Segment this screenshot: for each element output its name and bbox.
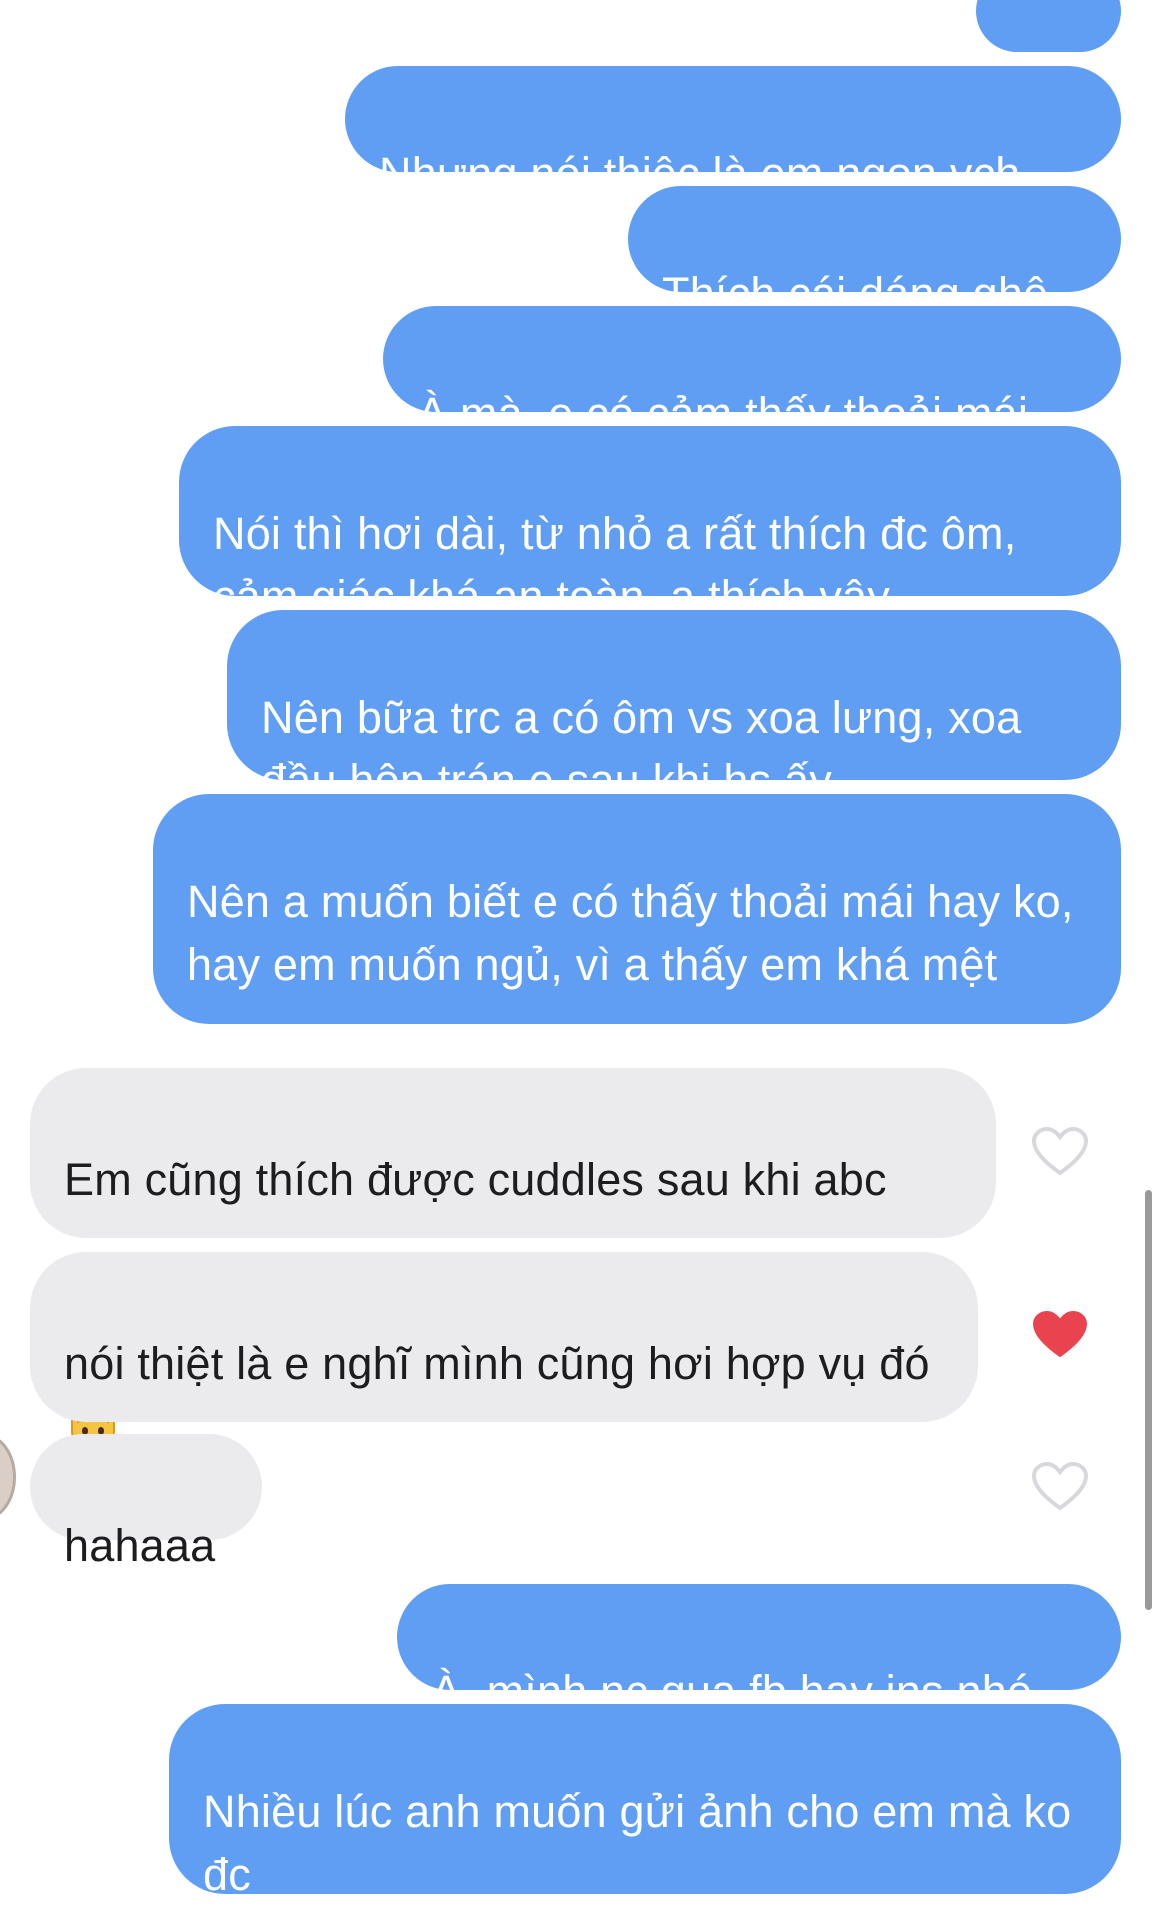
message-bubble-outgoing[interactable]: Nói thì hơi dài, từ nhỏ a rất thích đc ô… xyxy=(179,426,1121,622)
avatar[interactable] xyxy=(0,1434,16,1520)
message-bubble-outgoing[interactable]: À mà, e có cảm thấy thoải mái xyxy=(383,306,1121,439)
message-bubble-outgoing[interactable]: Nhưng nói thiệc là em ngon vch xyxy=(345,66,1121,199)
message-text: nói thiệt là e nghĩ mình cũng hơi hợp vụ… xyxy=(64,1338,930,1389)
message-text: Nói thì hơi dài, từ nhỏ a rất thích đc ô… xyxy=(213,508,1017,622)
message-bubble-incoming[interactable]: Em cũng thích được cuddles sau khi abc xyxy=(30,1068,996,1452)
message-text: hahaaa xyxy=(64,1520,216,1571)
message-text: Em cũng thích được cuddles sau khi abc xyxy=(64,1154,887,1205)
message-bubble-outgoing[interactable]: Nên a muốn biết e có thấy thoải mái hay … xyxy=(153,794,1121,1024)
heart-outline-icon[interactable] xyxy=(1031,1461,1089,1512)
message-bubble-outgoing[interactable]: Nên bữa trc a có ôm vs xoa lưng, xoa đầu… xyxy=(227,610,1121,806)
message-text: Nên a muốn biết e có thấy thoải mái hay … xyxy=(187,876,1074,990)
message-bubble-outgoing[interactable]: À, mình nc qua fb hay ins nhé xyxy=(397,1584,1121,1717)
message-bubble-outgoing[interactable]: Thích cái dáng ghê xyxy=(628,186,1121,319)
message-text: Nhiều lúc anh muốn gửi ảnh cho em mà ko … xyxy=(203,1786,1072,1900)
message-bubble-incoming[interactable]: nói thiệt là e nghĩ mình cũng hơi hợp vụ… xyxy=(30,1252,978,1513)
scrollbar[interactable] xyxy=(1145,1190,1152,1610)
heart-outline-icon[interactable] xyxy=(1031,1126,1089,1177)
message-text: Nên bữa trc a có ôm vs xoa lưng, xoa đầu… xyxy=(261,692,1022,806)
message-bubble-incoming[interactable]: hahaaa xyxy=(30,1434,262,1571)
heart-filled-icon[interactable] xyxy=(1032,1310,1088,1360)
message-bubble-outgoing[interactable]: Nhiều lúc anh muốn gửi ảnh cho em mà ko … xyxy=(169,1704,1121,1900)
message-bubble-outgoing[interactable]: :))))) xyxy=(976,0,1121,103)
